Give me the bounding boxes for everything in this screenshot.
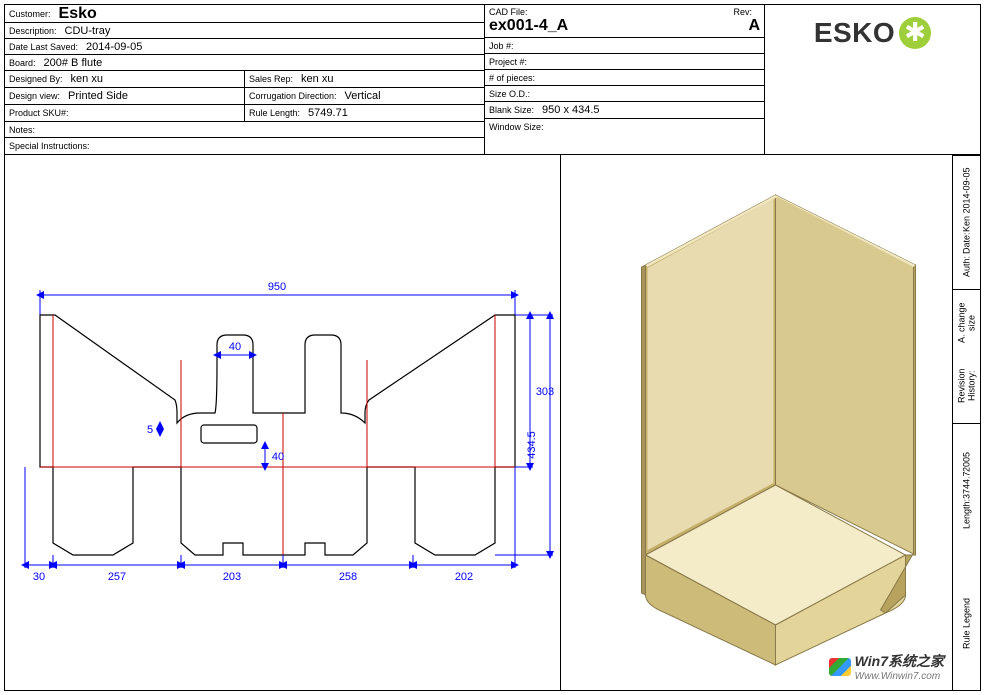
label-project: Project #:	[489, 57, 527, 67]
row-blanksize: Blank Size: 950 x 434.5	[485, 102, 764, 119]
row-notes: Notes:	[5, 122, 484, 138]
flat-dieline-panel: 950 303 434.5	[5, 155, 561, 690]
row-designview-corrdir: Design view: Printed Side Corrugation Di…	[5, 88, 484, 105]
value-rulelen: 5749.71	[308, 107, 348, 119]
label-job: Job #:	[489, 41, 514, 51]
dim-panel3: 203	[223, 571, 241, 583]
label-customer: Customer:	[9, 9, 51, 19]
label-designedby: Designed By:	[9, 74, 63, 84]
dim-panel2: 257	[108, 571, 126, 583]
sidebar-length: Length: 3744.7 2005	[953, 423, 980, 557]
dim-tab: 5	[147, 424, 153, 436]
label-sizeod: Size O.D.:	[489, 89, 530, 99]
watermark-line1: Win7系统之家	[855, 651, 944, 671]
value-rev: A	[748, 17, 760, 35]
watermark: Win7系统之家 Www.Winwin7.com	[829, 651, 944, 682]
value-cadfile: ex001-4_A	[489, 17, 700, 35]
label-pieces: # of pieces:	[489, 73, 535, 83]
dim-width-total: 950	[268, 281, 286, 293]
dim-height-upper: 303	[536, 386, 554, 398]
row-cadfile: CAD File: ex001-4_A Rev: A	[485, 5, 764, 38]
watermark-line2: Www.Winwin7.com	[855, 671, 944, 682]
value-salesrep: ken xu	[301, 73, 333, 85]
titleblock-middle: CAD File: ex001-4_A Rev: A Job #: Projec…	[485, 5, 765, 154]
dim-panel5: 202	[455, 571, 473, 583]
label-blanksize: Blank Size:	[489, 105, 534, 115]
value-description: CDU-tray	[65, 25, 111, 37]
dim-panel1: 30	[33, 571, 45, 583]
label-salesrep: Sales Rep:	[249, 74, 293, 84]
label-special: Special Instructions:	[9, 141, 90, 151]
row-designedby-salesrep: Designed By: ken xu Sales Rep: ken xu	[5, 71, 484, 88]
watermark-flag-icon	[829, 658, 851, 676]
label-rulelen: Rule Length:	[249, 108, 300, 118]
row-job: Job #:	[485, 38, 764, 54]
row-board: Board: 200# B flute	[5, 55, 484, 71]
value-corrdir: Vertical	[345, 90, 381, 102]
esko-logo: ESKO	[814, 17, 931, 49]
revision-sidebar: Auth: Date: Ken 2014-09-05 Revision Hist…	[952, 155, 980, 690]
value-board: 200# B flute	[44, 57, 103, 69]
sidebar-revhistory: Revision History: A. change size	[953, 289, 980, 423]
render-panel: Auth: Date: Ken 2014-09-05 Revision Hist…	[561, 155, 980, 690]
label-notes: Notes:	[9, 125, 35, 135]
label-corrdir: Corrugation Direction:	[249, 91, 337, 101]
row-sku-rulelen: Product SKU#: Rule Length: 5749.71	[5, 105, 484, 122]
drawing-sheet: Customer: Esko Description: CDU-tray Dat…	[4, 4, 981, 691]
render-svg	[561, 155, 980, 695]
row-customer: Customer: Esko	[5, 5, 484, 23]
row-datesaved: Date Last Saved: 2014-09-05	[5, 39, 484, 55]
sidebar-auth: Auth: Date: Ken 2014-09-05	[953, 155, 980, 289]
row-project: Project #:	[485, 54, 764, 70]
value-blanksize: 950 x 434.5	[542, 104, 600, 116]
label-windowsize: Window Size:	[489, 122, 544, 132]
label-cadfile: CAD File:	[489, 7, 692, 17]
row-description: Description: CDU-tray	[5, 23, 484, 39]
titleblock-left: Customer: Esko Description: CDU-tray Dat…	[5, 5, 485, 154]
dim-height-total: 434.5	[526, 431, 538, 459]
dim-panel4: 258	[339, 571, 357, 583]
label-board: Board:	[9, 58, 36, 68]
value-designview: Printed Side	[68, 90, 128, 102]
value-designedby: ken xu	[71, 73, 103, 85]
titleblock-logo-cell: ESKO	[765, 5, 980, 154]
label-rev: Rev:	[733, 7, 752, 17]
label-datesaved: Date Last Saved:	[9, 42, 78, 52]
dieline-svg: 950 303 434.5	[5, 155, 560, 695]
value-customer: Esko	[59, 5, 97, 23]
value-datesaved: 2014-09-05	[86, 41, 142, 53]
label-sku: Product SKU#:	[9, 108, 69, 118]
row-sizeod: Size O.D.:	[485, 86, 764, 102]
title-block: Customer: Esko Description: CDU-tray Dat…	[5, 5, 980, 155]
row-special: Special Instructions:	[5, 138, 484, 154]
row-windowsize: Window Size:	[485, 119, 764, 135]
label-description: Description:	[9, 26, 57, 36]
sidebar-legend: Rule Legend	[953, 557, 980, 690]
drawing-area: 950 303 434.5	[5, 155, 980, 690]
dim-notch-w: 40	[229, 341, 241, 353]
dim-notch-h: 40	[272, 451, 284, 463]
logo-text: ESKO	[814, 17, 895, 49]
row-pieces: # of pieces:	[485, 70, 764, 86]
logo-star-icon	[899, 17, 931, 49]
label-designview: Design view:	[9, 91, 60, 101]
